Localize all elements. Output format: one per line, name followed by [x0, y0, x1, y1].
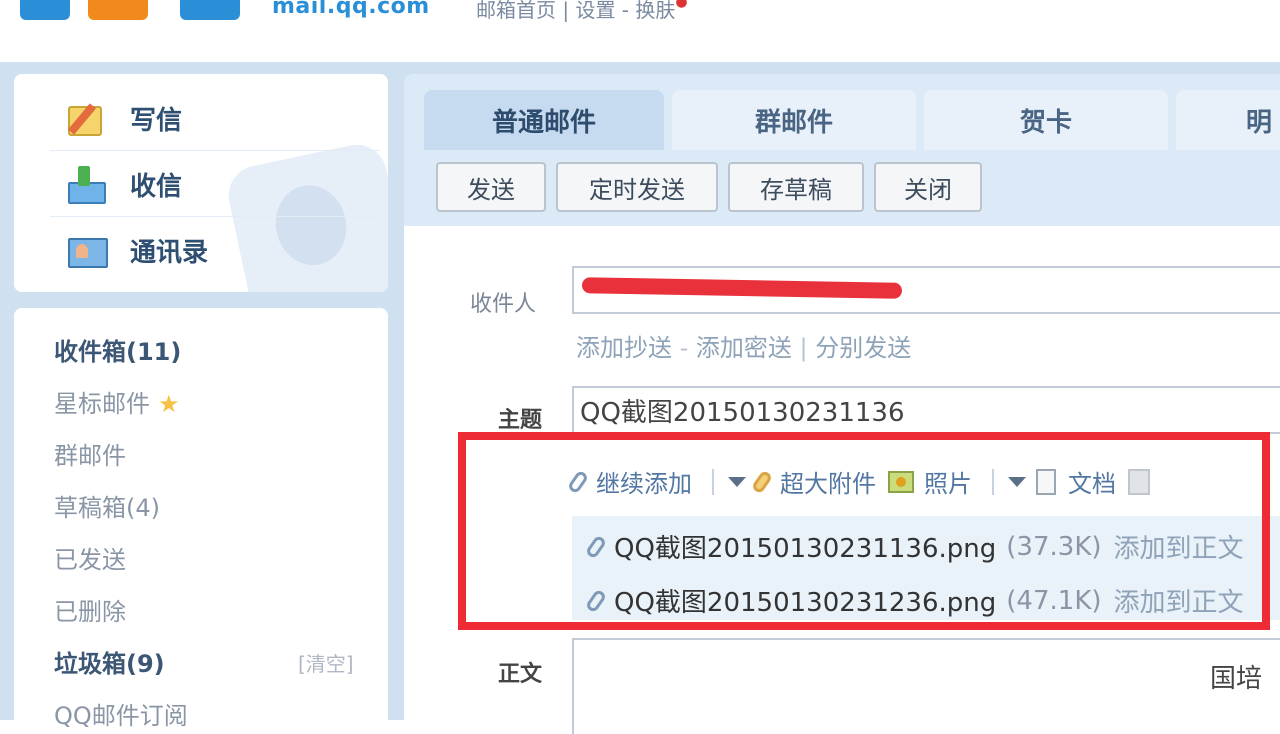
receive-label: 收信 [130, 171, 183, 202]
body-label: 正文 [498, 662, 543, 687]
folder-deleted[interactable]: 已删除 [54, 592, 126, 627]
quick-actions-panel: 写信 收信 通讯录 [14, 74, 388, 292]
compose-toolbar: 普通邮件 群邮件 贺卡 明 发送 定时发送 存草稿 关闭 [404, 74, 1280, 226]
close-button[interactable]: 关闭 [874, 162, 982, 212]
send-button[interactable]: 发送 [436, 162, 546, 212]
folder-sent[interactable]: 已发送 [54, 540, 126, 575]
inbox-download-icon [64, 166, 108, 204]
tab-greeting-card[interactable]: 贺卡 [924, 90, 1168, 150]
contacts-label: 通讯录 [130, 237, 209, 268]
folder-spam[interactable]: 垃圾箱(9) [54, 644, 165, 679]
compose-icon [64, 100, 108, 136]
compose-label: 写信 [130, 105, 183, 136]
receive-mail-button[interactable]: 收信 [64, 162, 182, 206]
folder-drafts[interactable]: 草稿箱(4) [54, 488, 160, 523]
subject-value: QQ截图20150130231136 [580, 397, 905, 428]
subject-field[interactable]: QQ截图20150130231136 [572, 386, 1280, 434]
tab-group-mail[interactable]: 群邮件 [672, 90, 916, 150]
compose-button[interactable]: 写信 [64, 96, 182, 140]
compose-panel: 普通邮件 群邮件 贺卡 明 发送 定时发送 存草稿 关闭 收件人 添加抄送 - … [404, 74, 1280, 734]
header-links[interactable]: 邮箱首页 | 设置 - 换肤● [476, 0, 688, 23]
folder-starred[interactable]: 星标邮件 ★ [54, 384, 180, 419]
header: mail.qq.com 邮箱首页 | 设置 - 换肤● [0, 0, 1280, 62]
add-cc-link[interactable]: 添加抄送 [576, 334, 672, 362]
redacted-recipient [581, 277, 903, 299]
scheduled-send-button[interactable]: 定时发送 [556, 162, 718, 212]
clear-spam-link[interactable]: [清空] [298, 648, 354, 677]
qq-mail-logo[interactable] [10, 0, 260, 25]
contacts-icon [64, 232, 108, 268]
folder-inbox[interactable]: 收件箱(11) [54, 332, 181, 367]
recipient-label: 收件人 [470, 292, 537, 317]
folder-subscriptions[interactable]: QQ邮件订阅 [54, 696, 188, 731]
contacts-button[interactable]: 通讯录 [64, 228, 208, 272]
logo-domain: mail.qq.com [272, 0, 430, 19]
attachment-highlight-box [458, 432, 1270, 630]
subject-label: 主题 [498, 408, 543, 433]
star-icon: ★ [158, 390, 180, 418]
divider [50, 150, 380, 151]
folder-list: 收件箱(11) 星标邮件 ★ 群邮件 草稿箱(4) 已发送 已删除 垃圾箱(9) … [14, 308, 388, 731]
separate-send-link[interactable]: 分别发送 [815, 334, 911, 362]
add-bcc-link[interactable]: 添加密送 [696, 334, 792, 362]
body-text: 国培 [1210, 664, 1263, 694]
save-draft-button[interactable]: 存草稿 [728, 162, 864, 212]
tab-normal-mail[interactable]: 普通邮件 [424, 90, 664, 150]
divider [50, 216, 380, 217]
cc-links: 添加抄送 - 添加密送 | 分别发送 [576, 334, 912, 362]
folder-group[interactable]: 群邮件 [54, 436, 126, 471]
tab-postcard[interactable]: 明 [1176, 90, 1280, 150]
recipient-field[interactable] [572, 266, 1280, 314]
